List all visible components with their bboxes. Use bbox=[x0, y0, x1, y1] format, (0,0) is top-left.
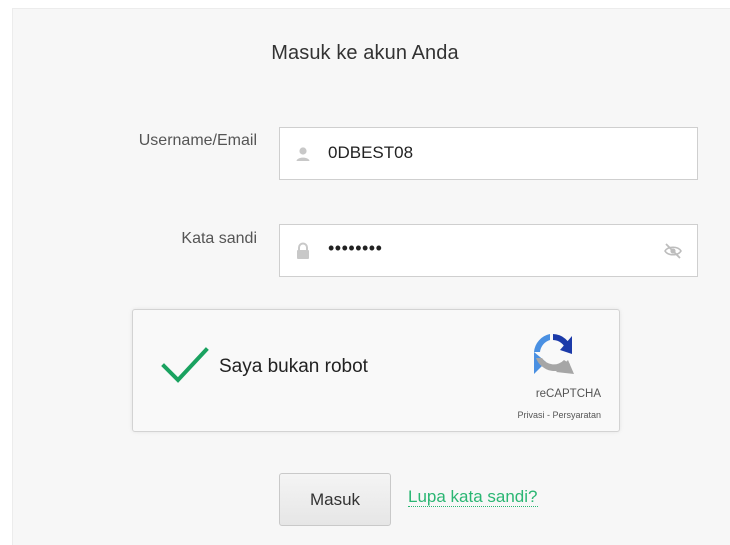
terms-link[interactable]: Persyaratan bbox=[552, 410, 601, 420]
login-button[interactable]: Masuk bbox=[279, 473, 391, 526]
username-label: Username/Email bbox=[138, 132, 257, 149]
password-field[interactable]: •••••••• bbox=[279, 224, 698, 277]
recaptcha-label: Saya bukan robot bbox=[219, 356, 368, 377]
recaptcha-brand: reCAPTCHA bbox=[535, 388, 601, 400]
eye-slash-icon[interactable] bbox=[663, 242, 683, 260]
checkmark-icon[interactable] bbox=[161, 346, 209, 386]
username-value[interactable]: 0DBEST08 bbox=[328, 143, 413, 163]
username-field[interactable]: 0DBEST08 bbox=[279, 127, 698, 180]
password-value[interactable]: •••••••• bbox=[328, 238, 382, 259]
recaptcha-widget: Saya bukan robot reCAPTCHA Privasi - Per… bbox=[132, 309, 620, 432]
recaptcha-links: Privasi - Persyaratan bbox=[463, 410, 601, 420]
user-icon bbox=[296, 147, 310, 161]
page-title: Masuk ke akun Anda bbox=[271, 42, 459, 64]
password-label: Kata sandi bbox=[181, 230, 257, 247]
lock-icon bbox=[297, 242, 309, 259]
privacy-link[interactable]: Privasi bbox=[517, 410, 544, 420]
forgot-password-link[interactable]: Lupa kata sandi? bbox=[408, 488, 538, 507]
recaptcha-logo-icon bbox=[534, 334, 574, 374]
